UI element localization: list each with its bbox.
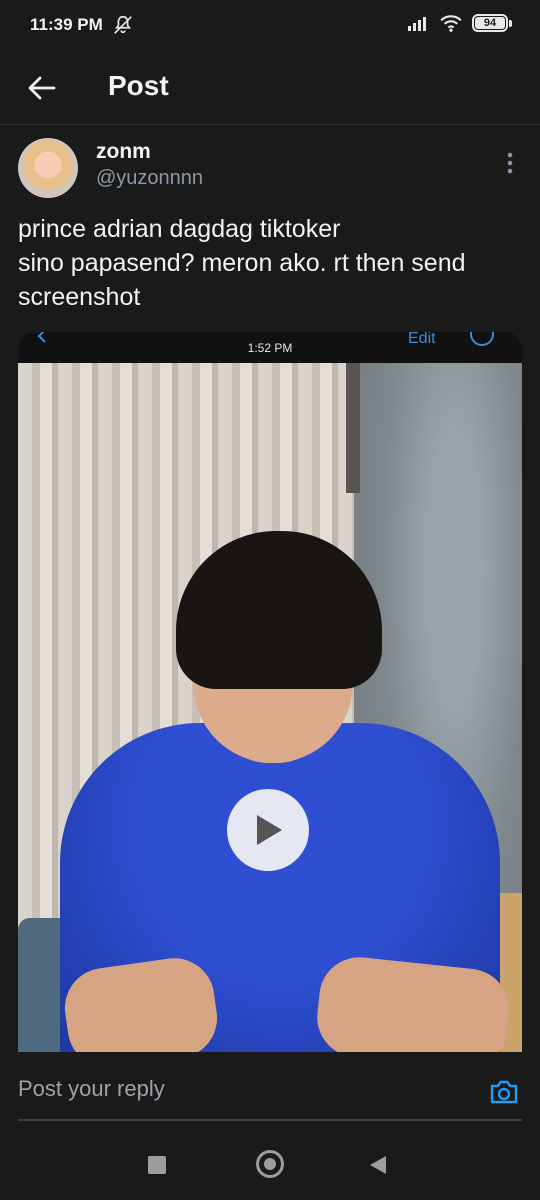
play-icon — [257, 815, 282, 845]
author-display-name[interactable]: zonm — [96, 140, 151, 164]
camera-icon — [490, 1080, 518, 1104]
play-button[interactable] — [227, 789, 309, 871]
post-text-line: prince adrian dagdag tiktoker — [18, 215, 341, 243]
post-text-line: screenshot — [18, 283, 141, 311]
recent-apps-icon[interactable] — [148, 1156, 166, 1174]
battery-percent: 94 — [475, 17, 505, 29]
reply-input[interactable]: Post your reply — [18, 1076, 165, 1102]
avatar[interactable] — [18, 138, 78, 198]
media-inner-edit: Edit — [408, 332, 436, 347]
signal-icon — [408, 17, 426, 31]
page-title: Post — [108, 70, 169, 101]
status-bar: 11:39 PM 94 — [0, 0, 540, 52]
system-nav-bar — [0, 1142, 540, 1200]
home-icon[interactable] — [256, 1150, 284, 1178]
camera-button[interactable] — [486, 1074, 522, 1110]
post-text: prince adrian dagdag tiktoker sino papas… — [18, 212, 528, 314]
author-handle[interactable]: @yuzonnnn — [96, 167, 203, 190]
battery-icon: 94 — [472, 14, 512, 32]
curtain-rail — [346, 363, 360, 493]
media-card[interactable]: 1:52 PM Edit — [18, 332, 522, 1052]
wifi-icon — [440, 15, 462, 32]
reply-bar: Post your reply — [0, 1052, 540, 1142]
more-vertical-icon — [507, 152, 513, 174]
back-button[interactable] — [22, 68, 62, 108]
battery-tip — [509, 19, 512, 27]
media-inner-status-bar: 1:52 PM Edit — [18, 332, 522, 364]
more-options-button[interactable] — [498, 148, 522, 178]
status-time: 11:39 PM — [30, 15, 103, 34]
back-triangle-icon[interactable] — [368, 1154, 388, 1176]
video-thumbnail[interactable] — [18, 363, 522, 1052]
post-text-line: sino papasend? meron ako. rt then send — [18, 249, 466, 277]
home-icon-dot — [264, 1158, 276, 1170]
screen: 11:39 PM 94 Post zonm @yuzonnnn prince a… — [0, 0, 540, 1200]
arrow-left-icon — [28, 76, 56, 100]
battery-body: 94 — [472, 14, 508, 32]
header-divider — [0, 124, 540, 125]
status-icons: 94 — [408, 14, 512, 32]
mute-icon — [114, 15, 132, 34]
reply-underline — [18, 1119, 522, 1121]
media-inner-time: 1:52 PM — [247, 341, 293, 355]
header: Post — [0, 52, 540, 124]
